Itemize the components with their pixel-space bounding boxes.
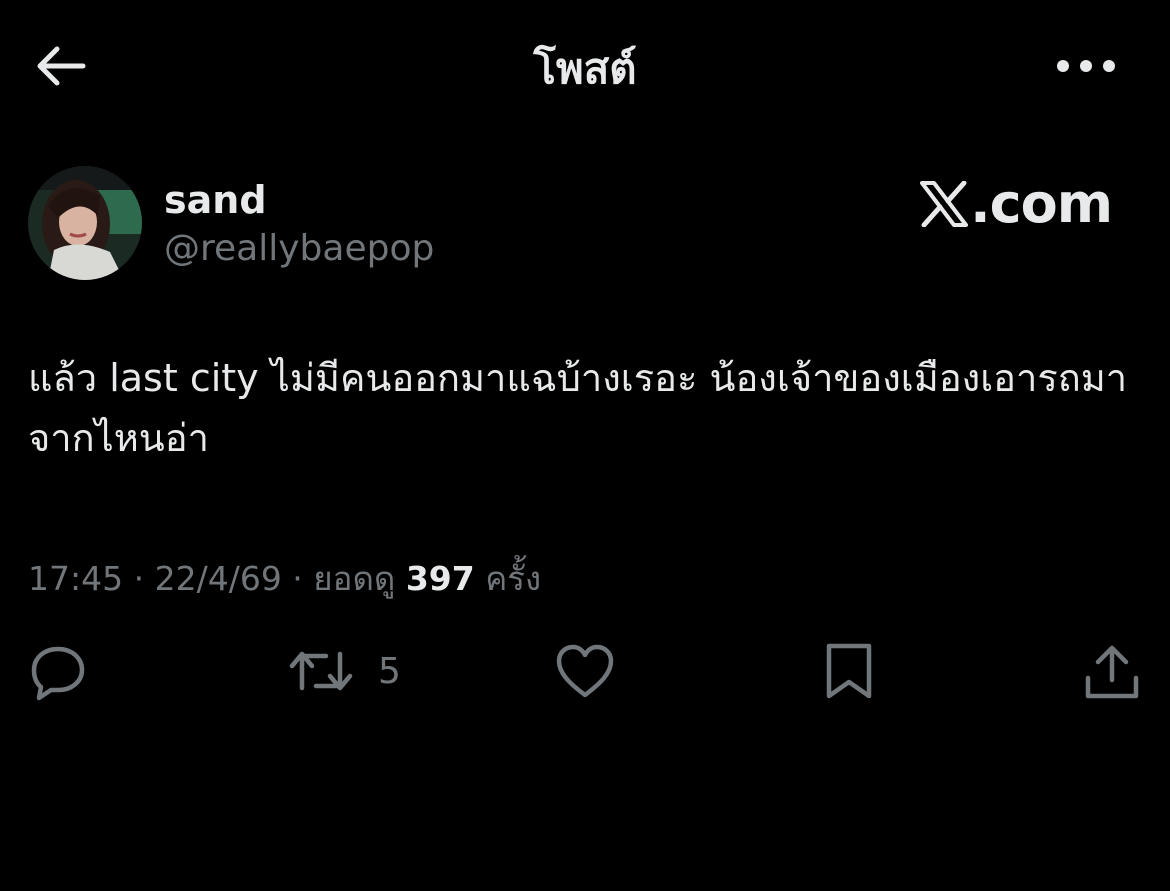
action-bar: 5 <box>0 636 1170 706</box>
share-icon <box>1085 645 1139 699</box>
bookmark-button[interactable] <box>824 636 874 706</box>
views-label: ยอดดู <box>313 559 396 598</box>
post-date[interactable]: 22/4/69 <box>155 559 282 598</box>
author-display-name[interactable]: sand <box>164 178 267 222</box>
reply-icon <box>31 646 85 701</box>
post-meta: 17:45 · 22/4/69 · ยอดดู 397 ครั้ง <box>28 552 541 605</box>
x-logo-icon <box>920 180 969 227</box>
avatar-image <box>28 166 142 280</box>
post-text: แล้ว last city ไม่มีคนออกมาแฉบ้างเรอะ น้… <box>28 356 1128 460</box>
like-button[interactable] <box>555 636 615 706</box>
avatar[interactable] <box>28 166 142 280</box>
repost-button[interactable]: 5 <box>288 636 401 706</box>
repost-icon <box>289 651 353 691</box>
page-title: โพสต์ <box>533 44 637 93</box>
views-count: 397 <box>405 559 475 598</box>
meta-separator: · <box>281 559 314 598</box>
author-handle[interactable]: @reallybaepop <box>164 228 434 269</box>
top-bar: โพสต์ <box>0 0 1170 132</box>
more-options-button[interactable] <box>1046 44 1126 88</box>
post-detail-page: โพสต์ sand @reallybaepop .com แล้ว last … <box>0 0 1170 891</box>
bookmark-icon <box>826 643 872 699</box>
meta-separator: · <box>123 559 155 598</box>
post-time[interactable]: 17:45 <box>28 559 123 598</box>
share-button[interactable] <box>1084 636 1140 706</box>
repost-count: 5 <box>378 650 401 692</box>
reply-button[interactable] <box>28 636 88 706</box>
heart-icon <box>556 644 614 698</box>
more-horizontal-icon <box>1057 60 1115 72</box>
x-com-watermark: .com <box>920 172 1113 235</box>
watermark-domain: .com <box>970 172 1113 235</box>
views-unit: ครั้ง <box>485 559 542 598</box>
